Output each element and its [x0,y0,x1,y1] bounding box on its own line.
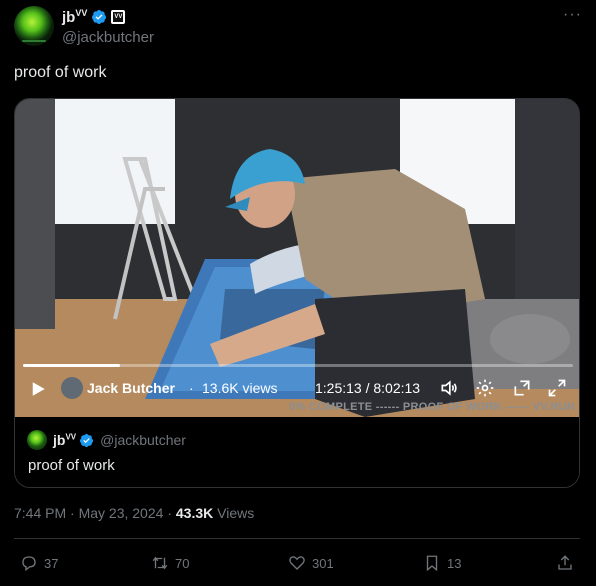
reply-button[interactable]: 37 [20,554,58,572]
quoted-author-avatar [27,430,47,450]
fullscreen-icon[interactable] [547,378,567,398]
views-label: Views [217,505,255,521]
video-frame-image [15,99,579,417]
picture-in-picture-icon[interactable] [512,378,532,398]
share-icon [558,555,572,570]
media-card: Jack Butcher · 13.6K views 1:25:13 / 8:0… [14,98,580,488]
author-display-name[interactable]: jbVV [62,8,87,26]
reply-count: 37 [44,555,59,571]
play-icon[interactable] [29,380,47,398]
quoted-author-handle: @jackbutcher [100,432,186,448]
views-count: 43.3K [175,505,214,521]
repost-icon [152,556,168,570]
author-handle[interactable]: @jackbutcher [62,29,154,46]
quoted-tweet[interactable]: jbVV @jackbutcher proof of work [15,417,579,487]
tweet-meta: 7:44 PM · May 23, 2024 · 43.3K Views [14,505,254,521]
volume-icon[interactable] [439,378,459,398]
channel-avatar[interactable] [61,377,83,399]
quoted-tweet-text: proof of work [28,457,115,474]
tweet-header: jbVV VV @jackbutcher ··· [14,6,582,50]
channel-separator: · [189,380,194,396]
like-count: 301 [312,555,334,571]
reply-icon [22,556,36,572]
video-overlay-caption: 0% COMPLETE ------ PROOF OF WORK ------ … [289,401,575,413]
video-player[interactable]: Jack Butcher · 13.6K views 1:25:13 / 8:0… [15,99,579,417]
quoted-author-name: jbVV [53,432,77,448]
action-bar: 37 70 301 13 [0,550,596,578]
verified-badge-icon [92,10,107,24]
channel-views: 13.6K views [202,380,278,396]
like-button[interactable]: 301 [288,554,334,572]
settings-gear-icon[interactable] [475,378,495,398]
quoted-verified-badge-icon [80,433,94,447]
video-progress-bar[interactable] [23,364,573,367]
video-controls: Jack Butcher · 13.6K views 1:25:13 / 8:0… [15,375,579,401]
repost-count: 70 [175,555,190,571]
video-progress-fill [23,364,121,367]
video-time: 1:25:13 / 8:02:13 [315,380,421,396]
divider [14,538,580,539]
bookmark-icon [426,555,438,572]
author-name-row: jbVV VV [62,8,126,26]
repost-button[interactable]: 70 [151,554,189,572]
bookmark-button[interactable]: 13 [423,554,461,572]
more-options-icon[interactable]: ··· [563,6,582,24]
author-avatar[interactable] [14,6,54,46]
channel-name[interactable]: Jack Butcher [87,380,175,396]
quoted-author-row: jbVV @jackbutcher [27,430,186,450]
heart-icon [289,556,305,570]
tweet-timestamp[interactable]: 7:44 PM · May 23, 2024 [14,505,163,521]
bookmark-count: 13 [447,555,462,571]
tweet-text: proof of work [14,64,107,81]
affiliate-badge[interactable]: VV [111,10,126,24]
share-button[interactable] [556,554,580,572]
meta-separator: · [167,505,176,521]
